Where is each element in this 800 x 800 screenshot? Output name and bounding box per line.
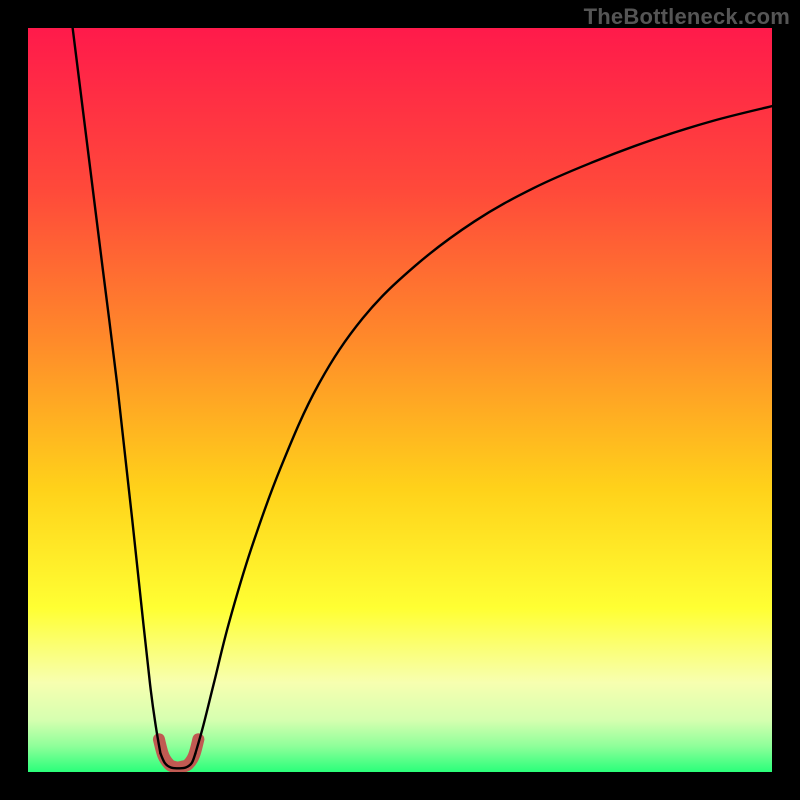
watermark-text: TheBottleneck.com	[584, 4, 790, 30]
plot-area	[28, 28, 772, 772]
chart-frame: TheBottleneck.com	[0, 0, 800, 800]
gradient-background	[28, 28, 772, 772]
chart-svg	[28, 28, 772, 772]
